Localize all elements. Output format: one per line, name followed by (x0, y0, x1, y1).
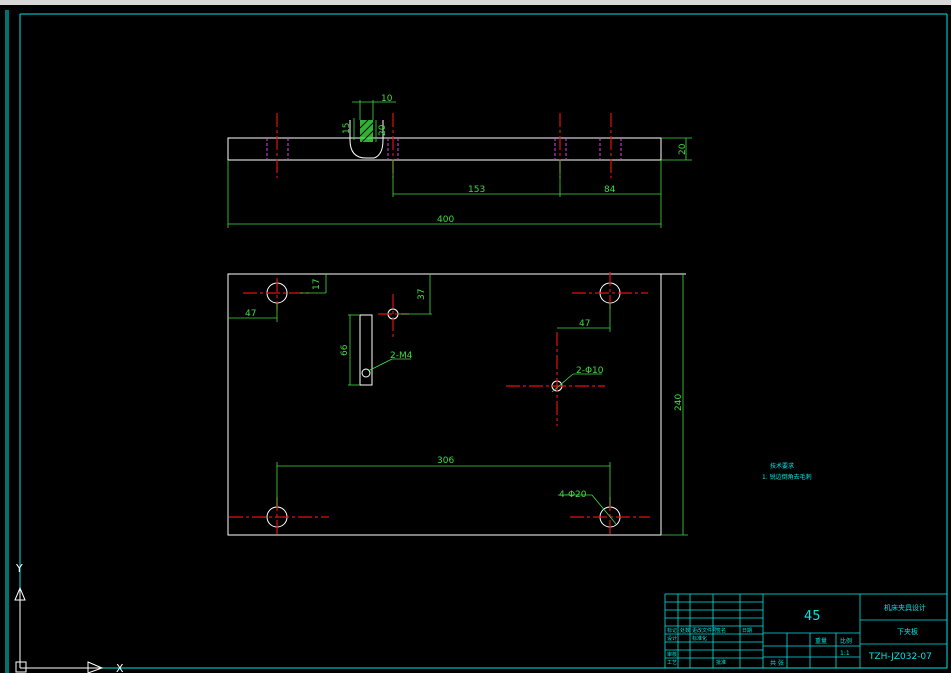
top-view-slot-insert (360, 120, 373, 142)
notes-line-1: 1. 锐边倒角去毛刺 (762, 473, 812, 481)
dim-slot-length: 66 (340, 344, 350, 356)
title-block-scale-label: 比例 (840, 637, 852, 645)
dim-hole-span: 306 (437, 456, 454, 466)
tb-cell-8: 工艺 (667, 660, 677, 666)
title-block-scale-value: 1:1 (840, 650, 850, 657)
dim-width: 240 (674, 394, 684, 411)
tb-cell-6: 标准化 (692, 635, 707, 642)
sheet-border (5, 10, 948, 673)
label-corner-holes: 4-Φ20 (559, 490, 587, 500)
cad-drawing-canvas[interactable]: 10 20 15 20 153 84 400 17 47 37 66 2-M4 … (0, 0, 951, 673)
ucs-icon[interactable] (14, 586, 104, 673)
tb-cell-3: 签名 (716, 627, 726, 634)
tb-cell-0: 标记 (667, 627, 677, 634)
tb-cell-7: 审核 (667, 651, 677, 658)
dim-slot-depth: 20 (378, 124, 388, 136)
top-view-hidden-holes (266, 138, 622, 160)
dim-hole-top: 17 (312, 279, 322, 290)
tb-cell-1: 处数 (680, 627, 690, 634)
notes-title: 技术要求 (770, 462, 794, 470)
dim-tap-top: 37 (417, 289, 427, 300)
dim-thickness: 20 (678, 143, 688, 155)
tb-cell-9: 批准 (716, 659, 726, 666)
top-view-centerlines (276, 113, 612, 178)
title-block-material: 45 (804, 609, 821, 624)
top-view-dimensions (227, 100, 692, 228)
title-block-weight-label: 重量 (815, 637, 827, 645)
dim-slot-width: 10 (381, 94, 393, 104)
ucs-x-label: X (116, 662, 124, 673)
plan-view-centerlines (229, 272, 650, 537)
title-block-company: 机床夹具设计 (884, 603, 926, 612)
dim-hole-spacing: 153 (468, 185, 485, 195)
title-block-small-cells: 标记 处数 更改文件号 签名 日期 设计 标准化 审核 工艺 批准 (667, 627, 752, 666)
title-block-part-name: 下夹板 (897, 627, 918, 636)
tb-cell-4: 日期 (742, 628, 752, 634)
dim-hole-left: 47 (245, 309, 256, 319)
ucs-y-label: Y (15, 562, 23, 575)
top-view-plate-outline (227, 137, 662, 161)
plan-view-dimensions (228, 274, 688, 536)
technical-notes: 技术要求 1. 锐边倒角去毛刺 (762, 462, 812, 481)
label-tap: 2-M4 (390, 351, 413, 361)
dim-length: 400 (437, 215, 454, 225)
label-center-hole: 2-Φ10 (576, 366, 604, 376)
tb-cell-5: 设计 (667, 635, 677, 642)
plan-view: 17 47 37 66 2-M4 47 2-Φ10 306 4-Φ20 240 (227, 272, 688, 537)
dim-center-offset: 47 (579, 319, 590, 329)
title-block-sheet-label: 共 张 (770, 659, 784, 667)
tb-cell-2: 更改文件号 (692, 627, 717, 634)
dim-slot-offset: 15 (342, 123, 352, 134)
top-view: 10 20 15 20 153 84 400 (227, 94, 692, 228)
title-block-drawing-no: TZH-JZ032-07 (868, 652, 932, 662)
plan-view-plate-outline (227, 273, 662, 536)
dim-hole-edge: 84 (604, 185, 616, 195)
